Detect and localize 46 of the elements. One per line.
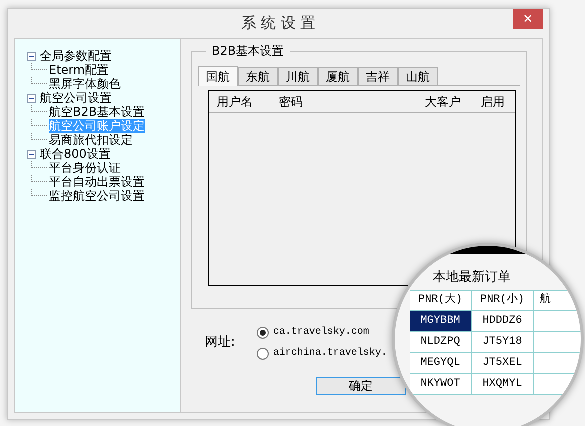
- airline-tab[interactable]: 川航: [278, 67, 318, 85]
- table-cell: JT5Y18: [472, 332, 534, 352]
- tree-item[interactable]: 联合800设置: [40, 147, 111, 161]
- tree-item[interactable]: 航空公司设置: [40, 91, 112, 105]
- tree-item[interactable]: 全局参数配置: [40, 49, 112, 63]
- tree-item[interactable]: 平台自动出票设置: [49, 175, 145, 189]
- table-cell: HDDDZ6: [472, 311, 534, 331]
- tree-toggle[interactable]: [27, 52, 36, 60]
- url-label: 网址:: [205, 334, 236, 352]
- tree-item[interactable]: 黑屏字体颜色: [49, 77, 121, 91]
- url-option[interactable]: ca.travelsky.com: [273, 325, 370, 340]
- tree-toggle[interactable]: [27, 94, 36, 102]
- magnified-title: 本地最新订单: [433, 269, 511, 287]
- table-cell: JT5XEL: [472, 353, 534, 373]
- tree-item[interactable]: 易商旅代扣设定: [49, 133, 133, 147]
- column-header: 用户名: [216, 94, 254, 110]
- ok-button[interactable]: 确定: [316, 377, 406, 395]
- airline-tab[interactable]: 国航: [198, 66, 238, 86]
- column-header: 密码: [278, 94, 304, 110]
- table-cell: NLDZPQ: [410, 332, 472, 352]
- tree-item[interactable]: Eterm配置: [49, 63, 110, 77]
- url-option[interactable]: airchina.travelsky.: [273, 346, 388, 361]
- column-header: PNR(小): [472, 291, 534, 310]
- table-cell: NKYWOT: [410, 374, 472, 394]
- tree-item[interactable]: 航空B2B基本设置: [49, 105, 146, 119]
- column-header: 启用: [481, 94, 506, 110]
- group-title: B2B基本设置: [206, 43, 290, 59]
- column-header: PNR(大): [410, 291, 472, 310]
- radio-button[interactable]: [257, 326, 270, 338]
- close-button[interactable]: ✕: [513, 9, 543, 29]
- table-cell: MEGYQL: [410, 353, 472, 373]
- radio-button[interactable]: [257, 348, 270, 360]
- table-cell: MGYBBM: [410, 311, 472, 331]
- airline-tab[interactable]: 吉祥: [358, 67, 398, 85]
- tree-item[interactable]: 监控航空公司设置: [49, 189, 145, 203]
- airline-tab[interactable]: 厦航: [318, 67, 358, 85]
- airline-tab[interactable]: 东航: [238, 67, 278, 85]
- minus-icon: [29, 96, 34, 100]
- tree-toggle[interactable]: [27, 150, 36, 158]
- table-cell: HXQMYL: [472, 374, 534, 394]
- minus-icon: [29, 152, 34, 156]
- tree-item[interactable]: 平台身份认证: [49, 161, 121, 175]
- column-header: 大客户: [424, 94, 461, 110]
- airline-tab[interactable]: 山航: [398, 67, 438, 85]
- minus-icon: [29, 54, 34, 58]
- window-title: 系 统 设 置: [241, 13, 316, 34]
